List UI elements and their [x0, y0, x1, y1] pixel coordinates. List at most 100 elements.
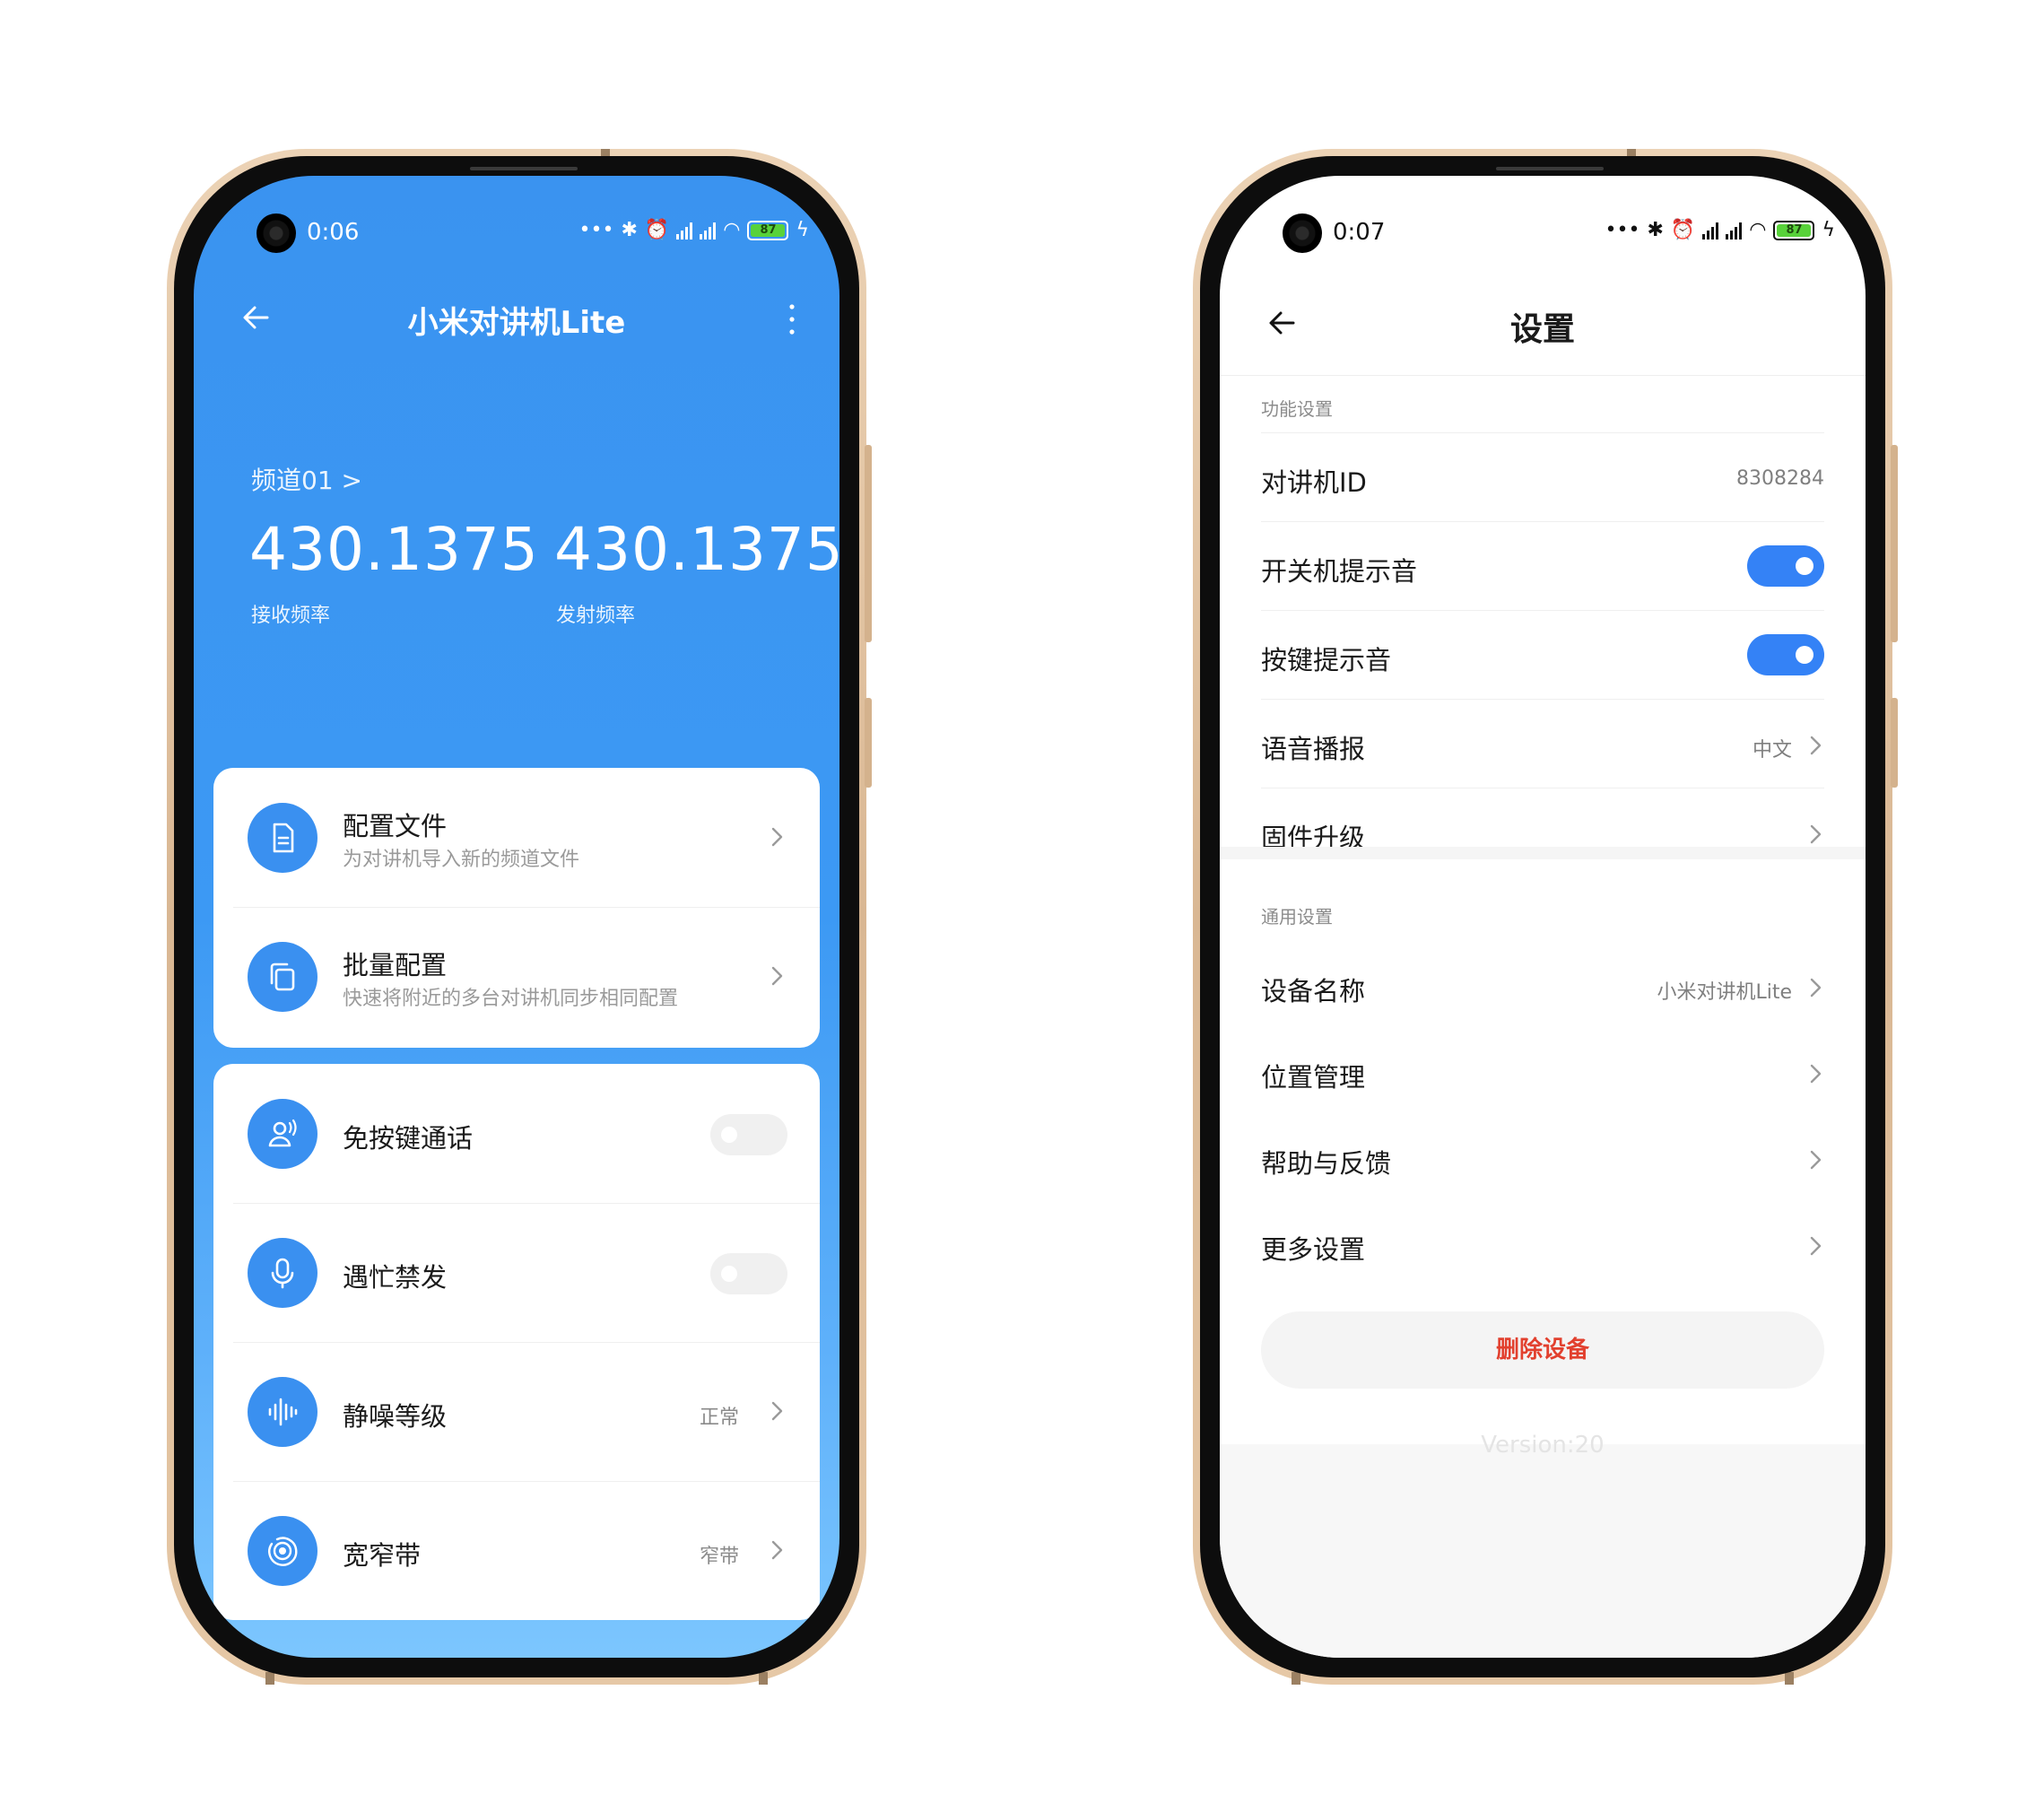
phone-frame-right: 0:07 ••• ✱ ⏰ ◠ 87 ϟ 设置 功能设置 对讲机ID 830828…: [1193, 149, 1898, 1685]
row-value: 正常: [699, 1407, 739, 1429]
row-title: 遇忙禁发: [343, 1262, 448, 1293]
row-label: 开关机提示音: [1261, 556, 1418, 587]
earpiece-speaker: [1496, 167, 1604, 170]
chevron-right-icon: [1810, 824, 1822, 844]
key-tone-toggle[interactable]: [1747, 634, 1824, 675]
settings-row-help-feedback[interactable]: 帮助与反馈: [1261, 1114, 1824, 1202]
feature-card: 免按键通话 遇忙禁发 静噪等级 正常 宽窄带 窄带: [213, 1064, 820, 1620]
phone-bezel: 0:07 ••• ✱ ⏰ ◠ 87 ϟ 设置 功能设置 对讲机ID 830828…: [1200, 156, 1885, 1677]
frame-antenna-line: [265, 1672, 274, 1685]
settings-row-location[interactable]: 位置管理: [1261, 1028, 1824, 1116]
signal-icon: [1702, 222, 1719, 240]
more-notifications-icon: •••: [1605, 219, 1640, 241]
top-nav: 小米对讲机Lite: [194, 282, 839, 353]
list-item-batch-config[interactable]: 批量配置 快速将附近的多台对讲机同步相同配置: [213, 907, 820, 1046]
chevron-right-icon: [1810, 978, 1822, 997]
copy-icon: [248, 942, 317, 1012]
settings-screen: 0:07 ••• ✱ ⏰ ◠ 87 ϟ 设置 功能设置 对讲机ID 830828…: [1220, 176, 1866, 1658]
row-label: 语音播报: [1261, 734, 1366, 764]
row-subtitle: 快速将附近的多台对讲机同步相同配置: [343, 988, 679, 1010]
list-item-bandwidth[interactable]: 宽窄带 窄带: [213, 1481, 820, 1620]
row-label: 更多设置: [1261, 1234, 1366, 1265]
more-vertical-icon[interactable]: [787, 301, 796, 337]
page-title: 设置: [1509, 311, 1575, 348]
frame-antenna-line: [1785, 1672, 1794, 1685]
row-label: 位置管理: [1261, 1062, 1366, 1093]
more-notifications-icon: •••: [578, 219, 614, 241]
busy-lockout-toggle[interactable]: [710, 1253, 787, 1294]
hands-free-toggle[interactable]: [710, 1114, 787, 1155]
earpiece-speaker: [470, 167, 578, 170]
status-bar: 0:06 ••• ✱ ⏰ ◠ 87 ϟ: [194, 213, 839, 253]
section-separator: [1220, 847, 1866, 859]
frame-antenna-line: [759, 1672, 768, 1685]
row-subtitle: 为对讲机导入新的频道文件: [343, 849, 580, 871]
power-tone-toggle[interactable]: [1747, 545, 1824, 587]
settings-row-key-tone: 按键提示音: [1261, 611, 1824, 699]
config-card: 配置文件 为对讲机导入新的频道文件 批量配置 快速将附近的多台对讲机同步相同配置: [213, 768, 820, 1048]
settings-row-power-tone: 开关机提示音: [1261, 522, 1824, 610]
list-item-busy-lockout: 遇忙禁发: [213, 1203, 820, 1342]
row-title: 免按键通话: [343, 1123, 474, 1154]
version-text: Version:20: [1481, 1432, 1605, 1459]
chevron-right-icon: [1810, 1064, 1822, 1084]
volume-button: [1891, 445, 1898, 642]
row-label: 对讲机ID: [1261, 467, 1367, 498]
transmit-frequency: 430.1375: [554, 515, 839, 584]
wifi-icon: ◠: [1749, 219, 1767, 241]
delete-device-button[interactable]: 删除设备: [1261, 1311, 1824, 1389]
row-title: 静噪等级: [343, 1401, 448, 1432]
row-value: 8308284: [1736, 467, 1824, 490]
chevron-right-icon: [771, 966, 783, 986]
status-icons: ••• ✱ ⏰ ◠ 87 ϟ: [579, 219, 810, 241]
row-label: 帮助与反馈: [1261, 1148, 1392, 1179]
status-icons: ••• ✱ ⏰ ◠ 87 ϟ: [1605, 219, 1836, 241]
chevron-right-icon: [771, 1401, 783, 1421]
alarm-icon: ⏰: [1670, 219, 1696, 241]
chevron-right-icon: [771, 1540, 783, 1560]
section-label-features: 功能设置: [1261, 398, 1333, 420]
settings-row-more-settings[interactable]: 更多设置: [1261, 1200, 1824, 1288]
row-title: 配置文件: [343, 811, 448, 841]
header-divider: [1220, 375, 1866, 376]
list-item-squelch-level[interactable]: 静噪等级 正常: [213, 1342, 820, 1481]
chevron-right-icon: [1810, 1150, 1822, 1170]
section-label-general: 通用设置: [1261, 906, 1333, 928]
chevron-right-icon: [771, 827, 783, 847]
front-camera: [257, 213, 296, 253]
signal-icon: [700, 222, 717, 240]
status-time: 0:06: [307, 219, 360, 246]
page-title: 小米对讲机Lite: [407, 305, 626, 341]
front-camera: [1283, 213, 1322, 253]
list-item-config-file[interactable]: 配置文件 为对讲机导入新的频道文件: [213, 768, 820, 907]
settings-row-voice-prompt[interactable]: 语音播报 中文: [1261, 700, 1824, 788]
phone-bezel: 0:06 ••• ✱ ⏰ ◠ 87 ϟ 小米对讲机Lite 频道01 > 430…: [174, 156, 859, 1677]
row-label: 按键提示音: [1261, 645, 1392, 675]
receive-frequency: 430.1375: [249, 515, 539, 584]
channel-selector[interactable]: 频道01 >: [251, 461, 362, 497]
walkie-talkie-home-screen: 0:06 ••• ✱ ⏰ ◠ 87 ϟ 小米对讲机Lite 频道01 > 430…: [194, 176, 839, 1658]
phone-frame-left: 0:06 ••• ✱ ⏰ ◠ 87 ϟ 小米对讲机Lite 频道01 > 430…: [167, 149, 872, 1685]
settings-row-device-name[interactable]: 设备名称 小米对讲机Lite: [1261, 942, 1824, 1030]
chevron-right-icon: [1810, 1236, 1822, 1256]
chevron-right-icon: [1810, 736, 1822, 755]
wifi-icon: ◠: [723, 219, 741, 241]
status-bar: 0:07 ••• ✱ ⏰ ◠ 87 ϟ: [1220, 213, 1866, 253]
microphone-icon: [248, 1238, 317, 1308]
frame-antenna-line: [1292, 1672, 1300, 1685]
voice-person-icon: [248, 1099, 317, 1169]
row-value: 窄带: [699, 1546, 739, 1568]
signal-rings-icon: [248, 1516, 317, 1586]
row-title: 宽窄带: [343, 1540, 422, 1571]
battery-icon: 87: [1773, 220, 1815, 240]
settings-row-firmware-update[interactable]: 固件升级: [1261, 788, 1824, 876]
charging-icon: ϟ: [796, 219, 809, 241]
battery-icon: 87: [747, 220, 789, 240]
power-button: [1891, 698, 1898, 788]
power-button: [865, 698, 872, 788]
row-label: 设备名称: [1261, 976, 1366, 1006]
bluetooth-icon: ✱: [621, 219, 638, 241]
row-value: 小米对讲机Lite: [1657, 981, 1792, 1004]
row-value: 中文: [1752, 739, 1792, 762]
bluetooth-icon: ✱: [1647, 219, 1664, 241]
